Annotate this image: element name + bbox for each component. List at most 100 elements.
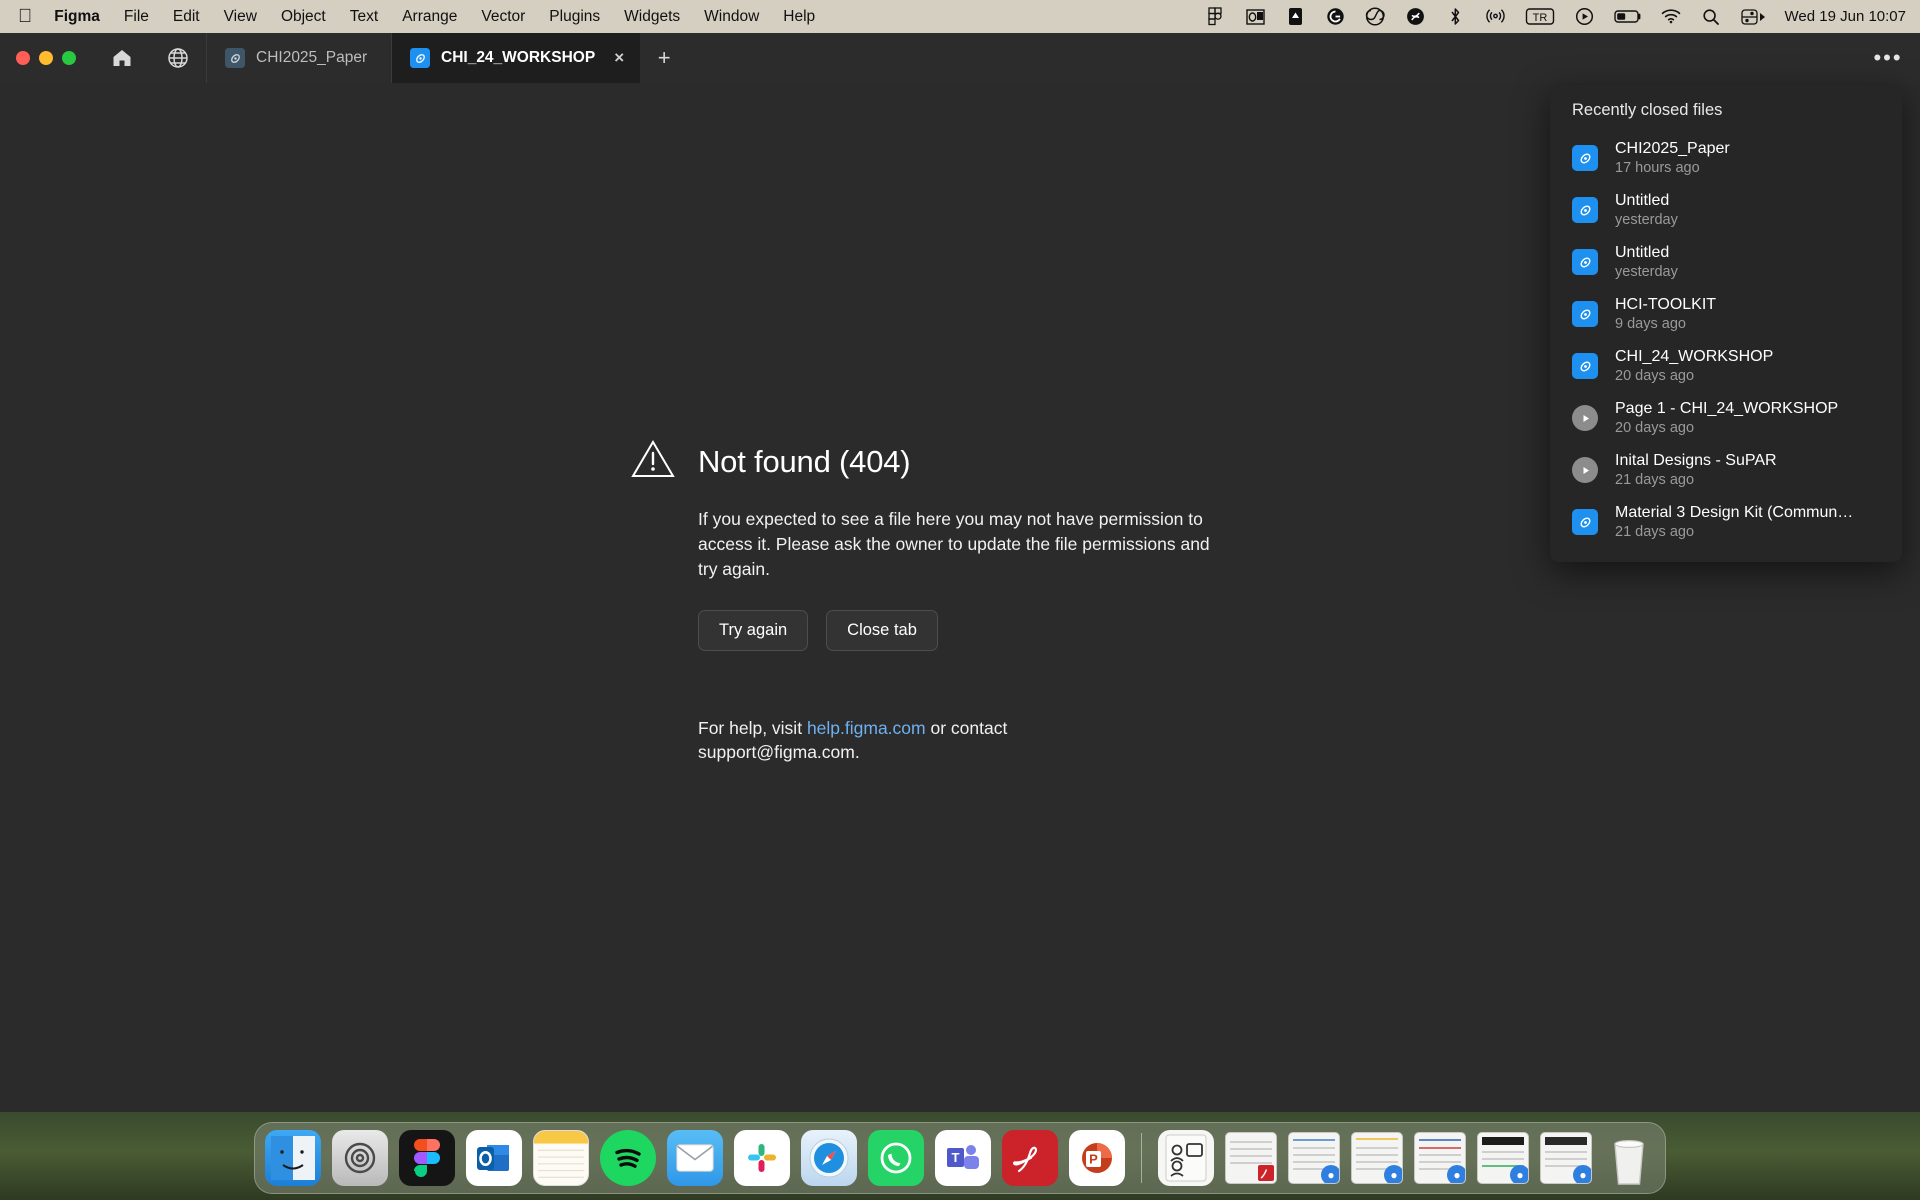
tab-strip: CHI2025_Paper CHI_24_WORKSHOP × + — [206, 33, 1856, 83]
more-options-icon[interactable]: ••• — [1856, 33, 1920, 83]
control-center-icon[interactable] — [1740, 6, 1767, 27]
error-help-text: For help, visit help.figma.com or contac… — [698, 716, 1118, 766]
try-again-button[interactable]: Try again — [698, 609, 809, 651]
menu-item-arrange[interactable]: Arrange — [402, 8, 457, 26]
support-email-text: support@figma.com. — [698, 742, 860, 763]
recent-prototype-item[interactable]: Inital Designs - SuPAR 21 days ago — [1550, 444, 1902, 496]
figma-file-icon — [1572, 197, 1598, 223]
recent-item-name: CHI2025_Paper — [1615, 140, 1730, 157]
macos-dock: T P ● ● ● ● ● — [254, 1122, 1666, 1194]
minimized-window-1[interactable]: ● — [1288, 1132, 1340, 1184]
onedrive-menu-icon[interactable] — [1285, 6, 1306, 27]
grammarly-menu-icon[interactable] — [1325, 6, 1346, 27]
minimized-window-5[interactable]: ● — [1540, 1132, 1592, 1184]
maximize-window-button[interactable] — [62, 51, 76, 65]
spotlight-search-icon[interactable] — [1701, 6, 1722, 27]
menu-item-edit[interactable]: Edit — [173, 8, 200, 26]
recent-file-item[interactable]: CHI_24_WORKSHOP 20 days ago — [1550, 340, 1902, 392]
outlook-menu-icon[interactable] — [1245, 6, 1266, 27]
tab-chi2025-paper[interactable]: CHI2025_Paper — [206, 33, 391, 83]
svg-text:TR: TR — [1532, 12, 1547, 24]
recent-item-time: 20 days ago — [1615, 368, 1695, 384]
recent-file-item[interactable]: Untitled yesterday — [1550, 236, 1902, 288]
menu-item-window[interactable]: Window — [704, 8, 759, 26]
close-tab-icon[interactable]: × — [606, 48, 624, 68]
bluetooth-icon[interactable] — [1445, 6, 1466, 27]
figma-file-icon — [225, 48, 245, 68]
whatsapp-dock-icon[interactable] — [868, 1130, 924, 1186]
notes-dock-icon[interactable] — [533, 1130, 589, 1186]
creative-cloud-menu-icon[interactable] — [1365, 6, 1386, 27]
spotify-dock-icon[interactable] — [600, 1130, 656, 1186]
recent-item-time: 9 days ago — [1615, 316, 1686, 332]
text-replacement-tr-icon[interactable]: TR — [1525, 6, 1555, 27]
menu-item-vector[interactable]: Vector — [481, 8, 525, 26]
menubar-clock[interactable]: Wed 19 Jun 10:07 — [1785, 8, 1906, 25]
menu-item-view[interactable]: View — [224, 8, 257, 26]
globe-icon[interactable] — [150, 33, 206, 83]
microsoft-teams-dock-icon[interactable]: T — [935, 1130, 991, 1186]
menu-item-figma[interactable]: Figma — [54, 8, 100, 26]
recent-item-text: HCI-TOOLKIT 9 days ago — [1615, 296, 1716, 332]
svg-text:T: T — [952, 1150, 960, 1165]
recent-item-text: Material 3 Design Kit (Commun… 21 days a… — [1615, 504, 1853, 540]
figma-file-icon — [1572, 509, 1598, 535]
recent-item-time: 21 days ago — [1615, 524, 1695, 540]
tab-label: CHI_24_WORKSHOP — [441, 49, 596, 66]
menu-item-plugins[interactable]: Plugins — [549, 8, 600, 26]
minimized-window-pdf[interactable] — [1225, 1132, 1277, 1184]
apple-logo-icon[interactable]:  — [18, 7, 32, 26]
figma-file-icon — [410, 48, 430, 68]
minimized-window-2[interactable]: ● — [1351, 1132, 1403, 1184]
wifi-icon[interactable] — [1661, 6, 1682, 27]
svg-text:P: P — [1089, 1152, 1098, 1167]
help-figma-link[interactable]: help.figma.com — [807, 718, 926, 738]
slack-dock-icon[interactable] — [734, 1130, 790, 1186]
recent-file-item[interactable]: Untitled yesterday — [1550, 184, 1902, 236]
minimized-window-4[interactable]: ● — [1477, 1132, 1529, 1184]
figma-menu-icon[interactable] — [1205, 6, 1226, 27]
recent-prototype-item[interactable]: Page 1 - CHI_24_WORKSHOP 20 days ago — [1550, 392, 1902, 444]
battery-icon[interactable] — [1613, 6, 1642, 27]
figma-dock-icon[interactable] — [399, 1130, 455, 1186]
minimized-window-3[interactable]: ● — [1414, 1132, 1466, 1184]
tab-label: CHI2025_Paper — [256, 49, 368, 66]
recent-item-text: Inital Designs - SuPAR 21 days ago — [1615, 452, 1777, 488]
recent-item-text: Untitled yesterday — [1615, 192, 1678, 228]
figma-prototype-icon — [1572, 457, 1598, 483]
home-icon[interactable] — [94, 33, 150, 83]
menu-item-text[interactable]: Text — [350, 8, 378, 26]
recent-file-item[interactable]: HCI-TOOLKIT 9 days ago — [1550, 288, 1902, 340]
menu-item-widgets[interactable]: Widgets — [624, 8, 680, 26]
figma-tab-bar: CHI2025_Paper CHI_24_WORKSHOP × + ••• — [0, 33, 1920, 83]
close-tab-button[interactable]: Close tab — [826, 609, 938, 651]
contacts-stack-icon[interactable] — [1158, 1130, 1214, 1186]
finder-dock-icon[interactable] — [265, 1130, 321, 1186]
recent-item-time: yesterday — [1615, 212, 1678, 228]
recent-file-item[interactable]: CHI2025_Paper 17 hours ago — [1550, 132, 1902, 184]
menu-item-file[interactable]: File — [124, 8, 149, 26]
outlook-dock-icon[interactable] — [466, 1130, 522, 1186]
minimize-window-button[interactable] — [39, 51, 53, 65]
error-404-panel: Not found (404) If you expected to see a… — [630, 438, 1250, 765]
shazam-menu-icon[interactable] — [1405, 6, 1426, 27]
recent-item-time: 17 hours ago — [1615, 160, 1700, 176]
new-tab-button[interactable]: + — [640, 33, 688, 83]
recent-item-name: Untitled — [1615, 192, 1670, 209]
safari-dock-icon[interactable] — [801, 1130, 857, 1186]
safari-badge-icon: ● — [1384, 1165, 1402, 1183]
menu-item-help[interactable]: Help — [783, 8, 815, 26]
adobe-acrobat-dock-icon[interactable] — [1002, 1130, 1058, 1186]
now-playing-icon[interactable] — [1574, 6, 1595, 27]
trash-dock-icon[interactable] — [1603, 1130, 1655, 1186]
system-settings-dock-icon[interactable] — [332, 1130, 388, 1186]
recent-file-item[interactable]: Material 3 Design Kit (Commun… 21 days a… — [1550, 496, 1902, 548]
tab-chi-24-workshop[interactable]: CHI_24_WORKSHOP × — [391, 33, 641, 83]
menu-item-object[interactable]: Object — [281, 8, 326, 26]
desktop-wallpaper: T P ● ● ● ● ● — [0, 1112, 1920, 1200]
recent-item-text: Page 1 - CHI_24_WORKSHOP 20 days ago — [1615, 400, 1838, 436]
powerpoint-dock-icon[interactable]: P — [1069, 1130, 1125, 1186]
airdrop-icon[interactable] — [1485, 6, 1506, 27]
mail-dock-icon[interactable] — [667, 1130, 723, 1186]
close-window-button[interactable] — [16, 51, 30, 65]
